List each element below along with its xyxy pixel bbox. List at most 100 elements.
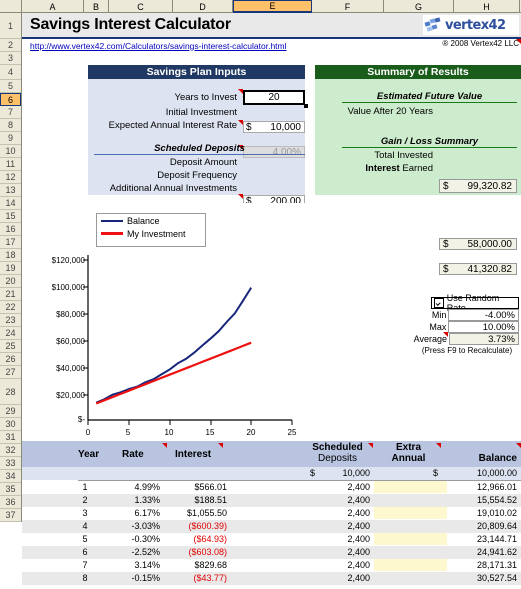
row-header-34[interactable]: 34 (0, 470, 21, 483)
total-invested-cell: $ 58,000.00 (439, 238, 517, 250)
random-rate-panel: Use Random Rate Min -4.00% Max 10.00% Av… (414, 293, 519, 355)
row-header-32[interactable]: 32 (0, 444, 21, 457)
row-header-25[interactable]: 25 (0, 340, 21, 353)
table-row[interactable]: 3 6.17% $1,055.50 2,400 19,010.02 (22, 507, 521, 520)
column-header-e[interactable]: E (233, 0, 312, 13)
row-header-15[interactable]: 15 (0, 210, 21, 223)
checkbox-icon[interactable] (434, 298, 444, 308)
corner-select-all[interactable] (0, 0, 22, 13)
cell-scheduled-deposits: 2,400 (347, 573, 370, 583)
row-header-6[interactable]: 6 (0, 93, 21, 106)
cell-year: 6 (82, 547, 88, 557)
cell-interest: $188.51 (194, 495, 227, 505)
row-header-29[interactable]: 29 (0, 405, 21, 418)
row-header-7[interactable]: 7 (0, 106, 21, 119)
page-title: Savings Interest Calculator (30, 16, 231, 33)
fill-handle[interactable] (304, 104, 308, 108)
row-header-35[interactable]: 35 (0, 483, 21, 496)
row-header-1[interactable]: 1 (0, 13, 21, 39)
row-header-30[interactable]: 30 (0, 418, 21, 431)
row-header-11[interactable]: 11 (0, 158, 21, 171)
cell-extra-annual (374, 494, 444, 507)
cell-extra-annual (374, 533, 444, 546)
initial-scheduled-value: 10,000 (342, 468, 370, 478)
row-header-31[interactable]: 31 (0, 431, 21, 444)
row-header-12[interactable]: 12 (0, 171, 21, 184)
row-header-27[interactable]: 27 (0, 366, 21, 379)
cell-year: 3 (82, 508, 88, 518)
currency-symbol: $ (443, 180, 449, 192)
recalculate-note: (Press F9 to Recalculate) (421, 346, 513, 355)
row-header-17[interactable]: 17 (0, 236, 21, 249)
column-header-g[interactable]: G (384, 0, 454, 13)
row-header-13[interactable]: 13 (0, 184, 21, 197)
legend-swatch-my-investment (101, 232, 123, 235)
random-rate-average-row: Average 3.73% (414, 332, 519, 345)
currency-symbol: $ (246, 121, 252, 133)
row-header-16[interactable]: 16 (0, 223, 21, 236)
deposit-frequency-label: Deposit Frequency (157, 170, 237, 181)
cell-year: 5 (82, 534, 88, 544)
column-header-c[interactable]: C (109, 0, 173, 13)
url-row: http://www.vertex42.com/Calculators/savi… (22, 39, 521, 52)
table-header-row: Year Rate Interest Scheduled Deposits Ex… (22, 441, 521, 467)
row-header-22[interactable]: 22 (0, 301, 21, 314)
min-value[interactable]: -4.00% (448, 309, 519, 321)
row-header-26[interactable]: 26 (0, 353, 21, 366)
row-header-4[interactable]: 4 (0, 65, 21, 80)
column-header-h[interactable]: H (454, 0, 520, 13)
comment-marker-icon (238, 194, 243, 199)
row-header-28[interactable]: 28 (0, 379, 21, 405)
expected-rate-label: Expected Annual Interest Rate (108, 120, 237, 131)
header-rate: Rate (122, 449, 144, 460)
value-after-cell: $ 99,320.82 (439, 179, 517, 193)
column-header-a[interactable]: A (22, 0, 84, 13)
row-header-23[interactable]: 23 (0, 314, 21, 327)
column-header-f[interactable]: F (312, 0, 384, 13)
interest-earned-label: Interest Earned (318, 163, 436, 174)
cell-balance: 24,941.62 (476, 547, 517, 557)
max-value[interactable]: 10.00% (448, 321, 519, 333)
table-row[interactable]: 2 1.33% $188.51 2,400 15,554.52 (22, 494, 521, 507)
row-header-2[interactable]: 2 (0, 39, 21, 52)
interest-earned-label-rest: Earned (399, 163, 433, 174)
table-row[interactable]: 4 -3.03% ($600.39) 2,400 20,809.64 (22, 520, 521, 533)
table-row[interactable]: 6 -2.52% ($603.08) 2,400 24,941.62 (22, 546, 521, 559)
row-header-14[interactable]: 14 (0, 197, 21, 210)
row-header-8[interactable]: 8 (0, 119, 21, 132)
row-header-5[interactable]: 5 (0, 80, 21, 93)
row-header-19[interactable]: 19 (0, 262, 21, 275)
table-row[interactable]: 8 -0.15% ($43.77) 2,400 30,527.54 (22, 572, 521, 585)
row-header-33[interactable]: 33 (0, 457, 21, 470)
use-random-rate-checkbox[interactable]: Use Random Rate (431, 293, 519, 313)
cell-scheduled-deposits: 2,400 (347, 508, 370, 518)
row-header-3[interactable]: 3 (0, 52, 21, 65)
row-header-24[interactable]: 24 (0, 327, 21, 340)
table-row[interactable]: 7 3.14% $829.68 2,400 28,171.31 (22, 559, 521, 572)
cell-interest: $1,055.50 (186, 508, 227, 518)
interest-earned-cell: $ 41,320.82 (439, 263, 517, 275)
row-header-9[interactable]: 9 (0, 132, 21, 145)
initial-investment-value: 10,000 (270, 121, 301, 133)
column-header-d[interactable]: D (173, 0, 233, 13)
initial-investment-cell[interactable]: $ 10,000 (238, 120, 305, 133)
table-row[interactable]: 1 4.99% $566.01 2,400 12,966.01 (22, 481, 521, 494)
comment-marker-icon (238, 89, 243, 94)
row-header-21[interactable]: 21 (0, 288, 21, 301)
row-header-10[interactable]: 10 (0, 145, 21, 158)
cell-rate: -3.03% (131, 521, 160, 531)
cell-scheduled-deposits: 2,400 (347, 560, 370, 570)
row-header-37[interactable]: 37 (0, 509, 21, 522)
cell-interest: ($600.39) (188, 521, 227, 531)
cell-rate: -0.30% (131, 534, 160, 544)
row-header-20[interactable]: 20 (0, 275, 21, 288)
table-row[interactable]: 5 -0.30% ($64.93) 2,400 23,144.71 (22, 533, 521, 546)
cell-rate: 1.33% (134, 495, 160, 505)
website-link[interactable]: http://www.vertex42.com/Calculators/savi… (22, 41, 287, 51)
row-header-18[interactable]: 18 (0, 249, 21, 262)
row-header-36[interactable]: 36 (0, 496, 21, 509)
cell-year: 7 (82, 560, 88, 570)
cell-extra-annual (374, 481, 444, 494)
column-header-b[interactable]: B (84, 0, 109, 13)
years-to-invest-cell[interactable]: 20 (238, 89, 308, 108)
